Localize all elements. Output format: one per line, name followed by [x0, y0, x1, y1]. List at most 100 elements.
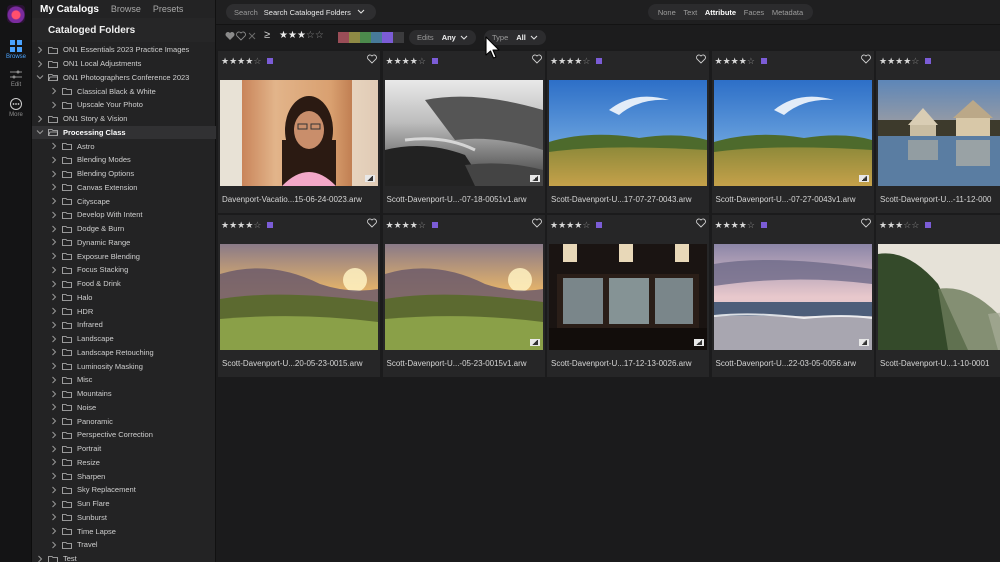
heart-outline-icon[interactable]: [696, 218, 706, 228]
color-label-purple[interactable]: [431, 222, 438, 228]
chevron-down-icon[interactable]: [36, 128, 44, 136]
rating-stars[interactable]: ★★★★☆: [715, 220, 755, 231]
chevron-right-icon[interactable]: [50, 238, 58, 246]
chevron-right-icon[interactable]: [36, 60, 44, 68]
chevron-right-icon[interactable]: [50, 431, 58, 439]
photo-tile[interactable]: ★★★★☆ Scott-Davenport-U...-07-18-0051v1.a…: [382, 51, 545, 213]
photo-tile[interactable]: ★★★★☆ Scott-Davenport-U...-07-27-0043v1.a…: [711, 51, 874, 213]
star-filled-icon[interactable]: ★: [731, 220, 739, 230]
folder-tree-item[interactable]: Sky Replacement: [32, 483, 216, 497]
folder-tree-item[interactable]: Canvas Extension: [32, 181, 216, 195]
reject-x-icon[interactable]: [247, 31, 257, 41]
star-filled-icon[interactable]: ★: [731, 56, 739, 66]
star-filled-icon[interactable]: ★: [879, 220, 887, 230]
chevron-right-icon[interactable]: [50, 252, 58, 260]
folder-tree-item[interactable]: Resize: [32, 456, 216, 470]
chevron-right-icon[interactable]: [50, 513, 58, 521]
star-outline-icon[interactable]: ☆: [582, 56, 590, 66]
photo-tile[interactable]: ★★★★☆ Davenport-Vacatio...15-06-24-0023.a…: [218, 51, 380, 213]
filter-star-icon[interactable]: ★: [279, 30, 288, 41]
folder-tree-item[interactable]: Time Lapse: [32, 524, 216, 538]
photo-thumbnail[interactable]: [220, 80, 378, 186]
color-label-purple[interactable]: [760, 222, 767, 228]
rating-stars[interactable]: ★★★★☆: [221, 56, 261, 67]
star-filled-icon[interactable]: ★: [229, 220, 237, 230]
chevron-right-icon[interactable]: [50, 183, 58, 191]
search-scope-dropdown[interactable]: Search Search Cataloged Folders: [226, 4, 376, 20]
mode-faces[interactable]: Faces: [744, 8, 764, 17]
chevron-right-icon[interactable]: [50, 211, 58, 219]
chevron-right-icon[interactable]: [36, 555, 44, 562]
chevron-right-icon[interactable]: [50, 348, 58, 356]
star-filled-icon[interactable]: ★: [394, 56, 402, 66]
folder-tree-item[interactable]: Test: [32, 552, 216, 562]
folder-tree-item[interactable]: Sun Flare: [32, 497, 216, 511]
tab-browse[interactable]: Browse: [111, 4, 141, 14]
star-filled-icon[interactable]: ★: [739, 56, 747, 66]
chevron-right-icon[interactable]: [50, 335, 58, 343]
chevron-right-icon[interactable]: [36, 115, 44, 123]
chevron-right-icon[interactable]: [50, 156, 58, 164]
chevron-right-icon[interactable]: [50, 500, 58, 508]
photo-thumbnail[interactable]: [384, 244, 543, 350]
edits-dropdown[interactable]: Edits Any: [409, 30, 476, 45]
color-swatch[interactable]: [371, 32, 382, 43]
photo-tile[interactable]: ★★★★☆ Scott-Davenport-U...20-05-23-0015.a…: [218, 215, 380, 377]
photo-thumbnail[interactable]: [713, 244, 872, 350]
star-filled-icon[interactable]: ★: [221, 220, 229, 230]
star-filled-icon[interactable]: ★: [221, 56, 229, 66]
star-filled-icon[interactable]: ★: [394, 220, 402, 230]
photo-thumbnail[interactable]: [713, 80, 872, 186]
star-filled-icon[interactable]: ★: [723, 220, 731, 230]
chevron-right-icon[interactable]: [50, 87, 58, 95]
folder-tree-item[interactable]: Sunburst: [32, 511, 216, 525]
mode-none[interactable]: None: [658, 8, 676, 17]
star-outline-icon[interactable]: ☆: [582, 220, 590, 230]
chevron-right-icon[interactable]: [50, 307, 58, 315]
color-label-purple[interactable]: [596, 58, 603, 64]
star-filled-icon[interactable]: ★: [558, 56, 566, 66]
color-swatch[interactable]: [393, 32, 404, 43]
star-filled-icon[interactable]: ★: [715, 220, 723, 230]
photo-tile[interactable]: ★★★☆☆ Scott-Davenport-U...1-10-0001: [876, 215, 1000, 377]
chevron-right-icon[interactable]: [50, 197, 58, 205]
folder-tree-item[interactable]: Cityscape: [32, 194, 216, 208]
folder-tree-item[interactable]: Food & Drink: [32, 277, 216, 291]
photo-tile[interactable]: ★★★★☆ Scott-Davenport-U...22-03-05-0056.a…: [711, 215, 874, 377]
photo-thumbnail[interactable]: [384, 80, 543, 186]
folder-tree-item[interactable]: Classical Black & White: [32, 84, 216, 98]
star-outline-icon[interactable]: ☆: [253, 56, 261, 66]
color-label-purple[interactable]: [267, 222, 274, 228]
photo-thumbnail[interactable]: [878, 80, 1000, 186]
tab-my-catalogs[interactable]: My Catalogs: [40, 4, 99, 15]
folder-tree-item[interactable]: Misc: [32, 373, 216, 387]
color-label-purple[interactable]: [760, 58, 767, 64]
folder-tree-item[interactable]: Travel: [32, 538, 216, 552]
chevron-right-icon[interactable]: [50, 472, 58, 480]
folder-tree-item[interactable]: ON1 Story & Vision: [32, 112, 216, 126]
rating-stars[interactable]: ★★★☆☆: [879, 220, 919, 231]
folder-tree-item[interactable]: Astro: [32, 139, 216, 153]
folder-tree-item[interactable]: Infrared: [32, 318, 216, 332]
folder-tree-item[interactable]: Noise: [32, 401, 216, 415]
color-label-purple[interactable]: [925, 222, 932, 228]
rating-stars[interactable]: ★★★★☆: [550, 56, 590, 67]
chevron-right-icon[interactable]: [50, 293, 58, 301]
star-filled-icon[interactable]: ★: [887, 220, 895, 230]
rail-more[interactable]: More: [0, 98, 32, 118]
chevron-right-icon[interactable]: [50, 280, 58, 288]
star-filled-icon[interactable]: ★: [887, 56, 895, 66]
folder-tree-item[interactable]: Exposure Blending: [32, 249, 216, 263]
rating-filter-stars[interactable]: ★★★☆☆: [279, 30, 324, 41]
chevron-right-icon[interactable]: [50, 101, 58, 109]
folder-tree-item[interactable]: Landscape: [32, 332, 216, 346]
mode-text[interactable]: Text: [683, 8, 697, 17]
star-filled-icon[interactable]: ★: [723, 56, 731, 66]
chevron-right-icon[interactable]: [36, 46, 44, 54]
chevron-right-icon[interactable]: [50, 527, 58, 535]
photo-tile[interactable]: ★★★★☆ Scott-Davenport-U...-11-12-000: [876, 51, 1000, 213]
star-filled-icon[interactable]: ★: [550, 56, 558, 66]
star-filled-icon[interactable]: ★: [229, 56, 237, 66]
folder-tree-item[interactable]: Dynamic Range: [32, 236, 216, 250]
star-outline-icon[interactable]: ☆: [253, 220, 261, 230]
